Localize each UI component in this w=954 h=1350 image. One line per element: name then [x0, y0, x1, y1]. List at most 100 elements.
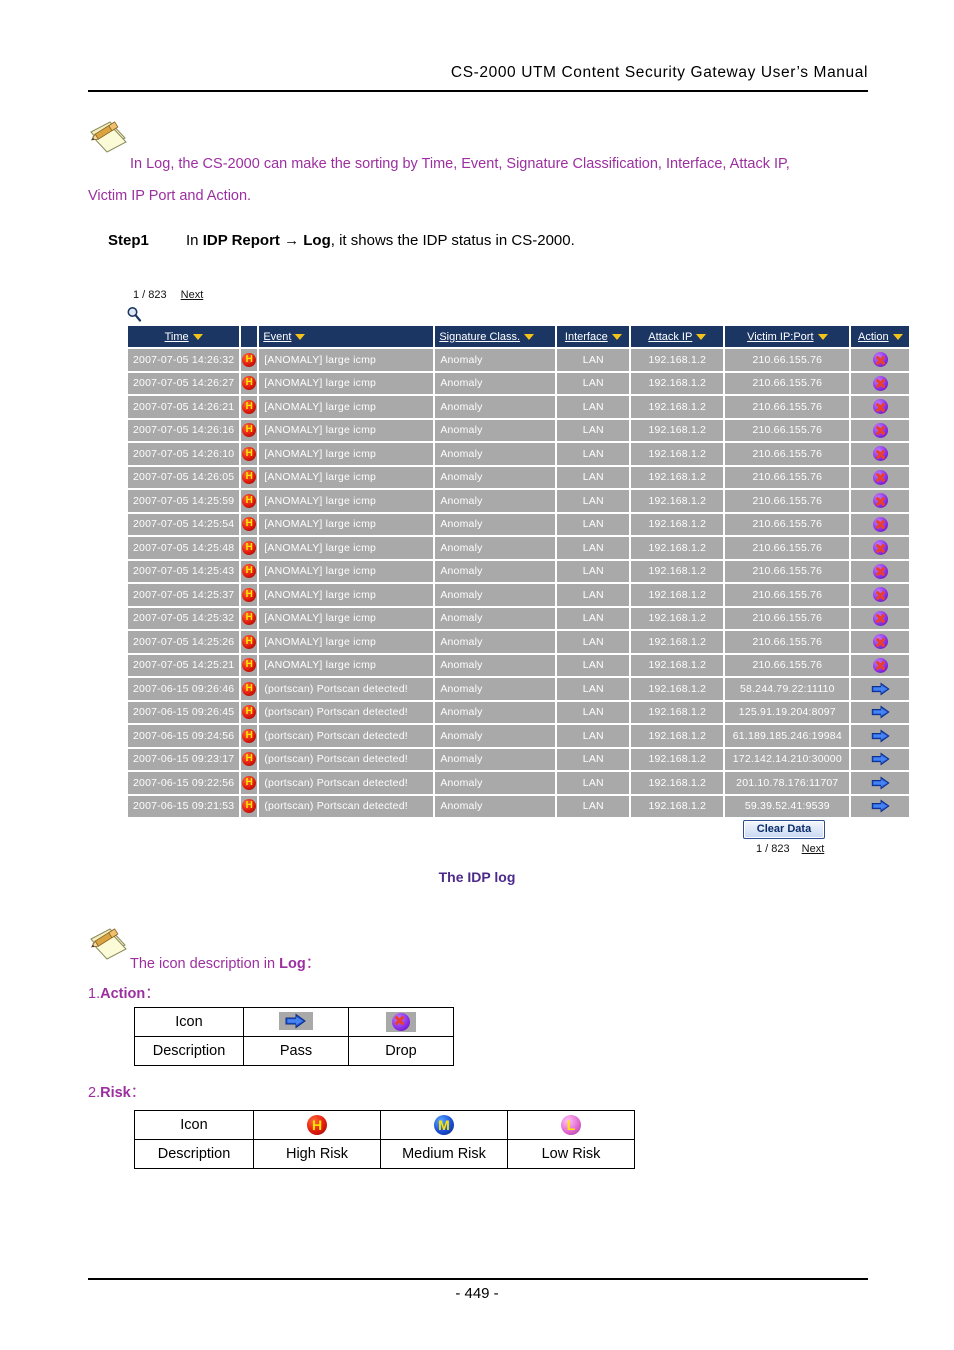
column-header-victim-ip-port[interactable]: Victim IP:Port	[724, 326, 852, 349]
table-row[interactable]: 2007-07-05 14:25:54 H [ANOMALY] large icmp…	[128, 512, 912, 537]
cell-attack-ip: 192.168.1.2	[630, 559, 726, 584]
table-row[interactable]: 2007-07-05 14:26:05 H [ANOMALY] large icmp…	[128, 465, 912, 490]
column-header-event-label: Event	[263, 330, 292, 343]
step-label: Step1	[108, 232, 149, 249]
pass-arrow-icon	[871, 799, 890, 813]
cell-action	[850, 559, 912, 584]
pencil-note-icon	[88, 118, 128, 159]
sort-arrow-down-icon[interactable]	[892, 333, 903, 340]
section-risk-title: Risk	[100, 1085, 131, 1101]
table-row[interactable]: 2007-07-05 14:25:32 H [ANOMALY] large icmp…	[128, 606, 912, 631]
column-header-time[interactable]: Time	[128, 326, 242, 349]
table-row[interactable]: 2007-07-05 14:26:10 H [ANOMALY] large icmp…	[128, 442, 912, 467]
cell-interface: LAN	[556, 630, 632, 655]
section-action-number: 1.	[88, 986, 101, 1002]
legend-action-drop-icon-cell	[348, 1007, 454, 1037]
table-row[interactable]: 2007-07-05 14:25:59 H [ANOMALY] large icmp…	[128, 489, 912, 514]
sort-arrow-down-icon[interactable]	[524, 333, 535, 340]
drop-x-icon	[872, 352, 888, 368]
table-row[interactable]: 2007-07-05 14:26:16 H [ANOMALY] large icmp…	[128, 418, 912, 443]
table-row[interactable]: 2007-06-15 09:24:56 H (portscan) Portscan …	[128, 724, 912, 749]
sort-arrow-down-icon[interactable]	[696, 333, 707, 340]
table-row[interactable]: 2007-07-05 14:25:37 H [ANOMALY] large icmp…	[128, 583, 912, 608]
high-risk-icon: H	[242, 446, 257, 461]
drop-x-icon	[872, 634, 888, 650]
cell-time: 2007-07-05 14:25:54	[128, 512, 242, 537]
table-row[interactable]: 2007-06-15 09:26:45 H (portscan) Portscan …	[128, 700, 912, 725]
legend-table-action: Icon Description Pass Drop	[134, 1007, 454, 1066]
pager-bottom: 1 / 823 Next	[756, 843, 824, 855]
table-row[interactable]: 2007-06-15 09:23:17 H (portscan) Portscan …	[128, 747, 912, 772]
column-header-signature-class[interactable]: Signature Class.	[434, 326, 558, 349]
pager-top-next-link[interactable]: Next	[181, 289, 204, 301]
table-row[interactable]: 2007-07-05 14:25:48 H [ANOMALY] large icmp…	[128, 536, 912, 561]
table-row[interactable]: 2007-07-05 14:25:26 H [ANOMALY] large icmp…	[128, 630, 912, 655]
cell-action	[850, 395, 912, 420]
table-row[interactable]: 2007-07-05 14:26:21 H [ANOMALY] large icmp…	[128, 395, 912, 420]
cell-risk: H	[240, 442, 260, 467]
legend-table-risk: Icon H M L Description High Risk Medium …	[134, 1110, 635, 1169]
cell-event: [ANOMALY] large icmp	[258, 536, 436, 561]
column-header-time-label: Time	[164, 330, 189, 343]
cell-attack-ip: 192.168.1.2	[630, 418, 726, 443]
pass-arrow-icon	[871, 776, 890, 790]
manual-page: CS-2000 UTM Content Security Gateway Use…	[0, 0, 954, 1350]
cell-risk: H	[240, 465, 260, 490]
sort-arrow-down-icon[interactable]	[611, 333, 622, 340]
cell-signature-class: Anomaly	[434, 771, 558, 796]
cell-signature-class: Anomaly	[434, 536, 558, 561]
cell-action	[850, 512, 912, 537]
sort-arrow-down-icon[interactable]	[295, 333, 306, 340]
legend-action-pass-icon-cell	[243, 1007, 349, 1037]
cell-event: [ANOMALY] large icmp	[258, 606, 436, 631]
column-header-attack-ip[interactable]: Attack IP	[630, 326, 726, 349]
drop-x-icon	[872, 446, 888, 462]
table-row[interactable]: 2007-07-05 14:26:27 H [ANOMALY] large icmp…	[128, 371, 912, 396]
high-risk-icon: H	[242, 540, 257, 555]
pager-bottom-next-link[interactable]: Next	[802, 843, 825, 855]
pager-top-count: 1 / 823	[133, 289, 167, 301]
cell-risk: H	[240, 418, 260, 443]
magnifier-icon[interactable]	[126, 306, 142, 327]
cell-action	[850, 771, 912, 796]
table-row[interactable]: 2007-06-15 09:26:46 H (portscan) Portscan …	[128, 677, 912, 702]
table-row[interactable]: 2007-06-15 09:21:53 H (portscan) Portscan …	[128, 794, 912, 819]
cell-victim-ip-port: 210.66.155.76	[724, 583, 852, 608]
sort-arrow-down-icon[interactable]	[192, 333, 203, 340]
column-header-action[interactable]: Action	[850, 326, 912, 349]
cell-time: 2007-07-05 14:25:26	[128, 630, 242, 655]
step-text-after: , it shows the IDP status in CS-2000.	[330, 232, 575, 249]
cell-risk: H	[240, 771, 260, 796]
high-risk-icon: H	[242, 517, 257, 532]
cell-event: [ANOMALY] large icmp	[258, 418, 436, 443]
legend-risk-row-label-description: Description	[134, 1139, 254, 1169]
cell-signature-class: Anomaly	[434, 630, 558, 655]
table-row[interactable]: 2007-07-05 14:25:43 H [ANOMALY] large icmp…	[128, 559, 912, 584]
cell-signature-class: Anomaly	[434, 489, 558, 514]
clear-data-button[interactable]: Clear Data	[743, 820, 825, 839]
cell-risk: H	[240, 371, 260, 396]
cell-time: 2007-07-05 14:25:37	[128, 583, 242, 608]
cell-time: 2007-07-05 14:25:59	[128, 489, 242, 514]
section-risk-colon: ：	[130, 1085, 146, 1101]
pencil-note-icon	[88, 925, 128, 966]
cell-action	[850, 489, 912, 514]
table-row[interactable]: 2007-07-05 14:25:21 H [ANOMALY] large icmp…	[128, 653, 912, 678]
sort-arrow-down-icon[interactable]	[817, 333, 828, 340]
table-row[interactable]: 2007-07-05 14:26:32 H [ANOMALY] large icmp…	[128, 348, 912, 373]
drop-x-icon	[872, 375, 888, 391]
note-top-line2: Victim IP Port and Action.	[88, 188, 252, 204]
column-header-event[interactable]: Event	[258, 326, 436, 349]
note-bottom-text-before: The icon description in	[130, 956, 280, 972]
cell-signature-class: Anomaly	[434, 700, 558, 725]
high-risk-icon: H	[242, 470, 257, 485]
column-header-interface[interactable]: Interface	[556, 326, 632, 349]
legend-action-row-label-description: Description	[134, 1036, 244, 1066]
page-header-title: CS-2000 UTM Content Security Gateway Use…	[450, 64, 868, 81]
cell-event: (portscan) Portscan detected!	[258, 771, 436, 796]
table-body: 2007-07-05 14:26:32 H [ANOMALY] large icmp…	[128, 348, 912, 819]
cell-time: 2007-07-05 14:26:21	[128, 395, 242, 420]
table-row[interactable]: 2007-06-15 09:22:56 H (portscan) Portscan …	[128, 771, 912, 796]
cell-time: 2007-07-05 14:25:21	[128, 653, 242, 678]
cell-action	[850, 653, 912, 678]
